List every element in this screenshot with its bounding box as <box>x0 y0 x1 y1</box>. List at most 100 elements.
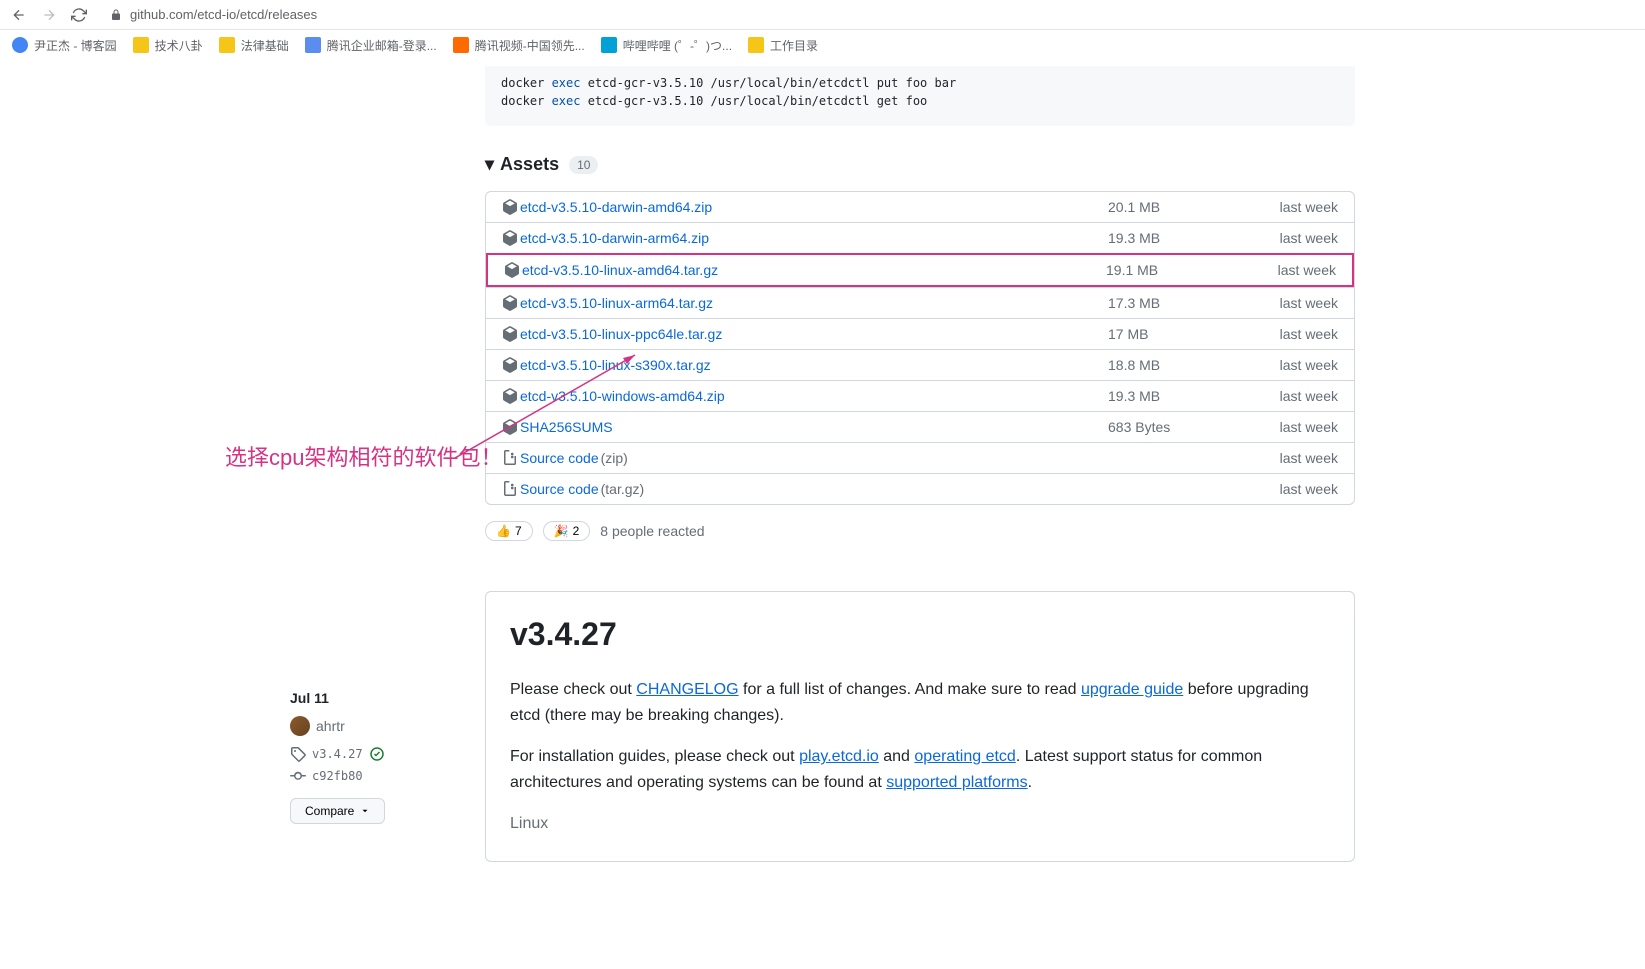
author-name[interactable]: ahrtr <box>316 718 345 734</box>
operating-etcd-link[interactable]: operating etcd <box>914 748 1015 765</box>
asset-date: last week <box>1258 419 1338 435</box>
asset-size: 683 Bytes <box>1108 419 1258 435</box>
bookmark-item[interactable]: 尹正杰 - 博客园 <box>12 37 117 54</box>
commit-line: c92fb80 <box>290 768 470 784</box>
asset-link[interactable]: etcd-v3.5.10-windows-amd64.zip <box>502 388 1108 404</box>
asset-size: 20.1 MB <box>1108 199 1258 215</box>
assets-count: 10 <box>569 156 598 174</box>
triangle-down-icon: ▾ <box>485 154 494 175</box>
url-text: github.com/etcd-io/etcd/releases <box>130 7 317 22</box>
infinity-icon <box>305 37 321 53</box>
verified-icon <box>369 746 385 762</box>
package-icon <box>502 230 518 246</box>
asset-link[interactable]: etcd-v3.5.10-darwin-arm64.zip <box>502 230 1108 246</box>
release-body: Please check out CHANGELOG for a full li… <box>510 677 1330 837</box>
asset-date: last week <box>1258 230 1338 246</box>
package-icon <box>502 419 518 435</box>
tag-name[interactable]: v3.4.27 <box>312 747 363 761</box>
bookmark-item[interactable]: 技术八卦 <box>133 37 203 54</box>
thumbsup-icon: 👍 <box>496 524 511 538</box>
package-icon <box>502 326 518 342</box>
compare-button[interactable]: Compare <box>290 798 385 824</box>
reload-button[interactable] <box>70 6 88 24</box>
asset-date: last week <box>1258 481 1338 497</box>
package-icon <box>502 295 518 311</box>
play-etcd-link[interactable]: play.etcd.io <box>799 748 879 765</box>
author-line: ahrtr <box>290 716 470 736</box>
asset-date: last week <box>1256 262 1336 278</box>
asset-link[interactable]: etcd-v3.5.10-linux-s390x.tar.gz <box>502 357 1108 373</box>
package-icon <box>502 199 518 215</box>
lock-icon <box>110 9 122 21</box>
person-icon <box>12 37 28 53</box>
code-block: docker exec etcd-gcr-v3.5.10 /usr/local/… <box>485 66 1355 126</box>
commit-hash[interactable]: c92fb80 <box>312 769 363 783</box>
main-content: docker exec etcd-gcr-v3.5.10 /usr/local/… <box>485 66 1355 862</box>
package-icon <box>502 388 518 404</box>
avatar[interactable] <box>290 716 310 736</box>
asset-date: last week <box>1258 450 1338 466</box>
bookmark-item[interactable]: 腾讯企业邮箱-登录... <box>305 37 437 54</box>
asset-link[interactable]: etcd-v3.5.10-linux-arm64.tar.gz <box>502 295 1108 311</box>
asset-row: etcd-v3.5.10-linux-amd64.tar.gz19.1 MBla… <box>486 253 1354 287</box>
upgrade-guide-link[interactable]: upgrade guide <box>1081 681 1183 698</box>
release-title[interactable]: v3.4.27 <box>510 616 1330 653</box>
asset-row: etcd-v3.5.10-linux-arm64.tar.gz17.3 MBla… <box>486 287 1354 318</box>
tag-line: v3.4.27 <box>290 746 470 762</box>
asset-link[interactable]: etcd-v3.5.10-linux-amd64.tar.gz <box>504 262 1106 278</box>
assets-toggle[interactable]: ▾ Assets <box>485 154 559 175</box>
folder-icon <box>219 37 235 53</box>
asset-row: etcd-v3.5.10-linux-s390x.tar.gz18.8 MBla… <box>486 349 1354 380</box>
chevron-down-icon <box>360 806 370 816</box>
annotation-text: 选择cpu架构相符的软件包！ <box>225 440 502 472</box>
asset-size: 18.8 MB <box>1108 357 1258 373</box>
bookmark-item[interactable]: 法律基础 <box>219 37 289 54</box>
release-meta: Jul 11 ahrtr v3.4.27 c92fb80 Compare <box>290 690 470 824</box>
asset-link[interactable]: Source code (tar.gz) <box>502 481 1108 497</box>
release-card: v3.4.27 Please check out CHANGELOG for a… <box>485 591 1355 862</box>
asset-size: 17.3 MB <box>1108 295 1258 311</box>
bookmark-item[interactable]: 哔哩哔哩 (゜-゜)つ... <box>601 37 732 54</box>
tada-reaction[interactable]: 🎉 2 <box>543 521 591 541</box>
tag-icon <box>290 746 306 762</box>
play-icon <box>453 37 469 53</box>
bookmarks-bar: 尹正杰 - 博客园 技术八卦 法律基础 腾讯企业邮箱-登录... 腾讯视频-中国… <box>0 30 1645 60</box>
asset-row: etcd-v3.5.10-linux-ppc64le.tar.gz17 MBla… <box>486 318 1354 349</box>
asset-size: 19.3 MB <box>1108 230 1258 246</box>
tv-icon <box>601 37 617 53</box>
asset-link[interactable]: Source code (zip) <box>502 450 1108 466</box>
bookmark-item[interactable]: 腾讯视频-中国领先... <box>453 37 585 54</box>
forward-button[interactable] <box>40 6 58 24</box>
bookmark-item[interactable]: 工作目录 <box>748 37 818 54</box>
asset-date: last week <box>1258 199 1338 215</box>
asset-size: 19.1 MB <box>1106 262 1256 278</box>
asset-row: Source code (tar.gz) last week <box>486 473 1354 504</box>
thumbsup-reaction[interactable]: 👍 7 <box>485 521 533 541</box>
release-date: Jul 11 <box>290 690 470 706</box>
asset-row: etcd-v3.5.10-darwin-arm64.zip19.3 MBlast… <box>486 222 1354 253</box>
asset-date: last week <box>1258 326 1338 342</box>
file-zip-icon <box>502 481 518 497</box>
reaction-summary: 8 people reacted <box>600 523 704 539</box>
asset-date: last week <box>1258 357 1338 373</box>
asset-size: 19.3 MB <box>1108 388 1258 404</box>
changelog-link[interactable]: CHANGELOG <box>636 681 738 698</box>
package-icon <box>502 357 518 373</box>
back-button[interactable] <box>10 6 28 24</box>
asset-link[interactable]: etcd-v3.5.10-linux-ppc64le.tar.gz <box>502 326 1108 342</box>
assets-title: Assets <box>500 154 559 175</box>
assets-header: ▾ Assets 10 <box>485 154 1355 175</box>
folder-icon <box>748 37 764 53</box>
supported-platforms-link[interactable]: supported platforms <box>886 774 1027 791</box>
linux-heading: Linux <box>510 811 1330 837</box>
asset-date: last week <box>1258 295 1338 311</box>
asset-size: 17 MB <box>1108 326 1258 342</box>
package-icon <box>504 262 520 278</box>
reactions: 👍 7 🎉 2 8 people reacted <box>485 521 1355 541</box>
asset-row: SHA256SUMS683 Byteslast week <box>486 411 1354 442</box>
asset-link[interactable]: SHA256SUMS <box>502 419 1108 435</box>
asset-link[interactable]: etcd-v3.5.10-darwin-amd64.zip <box>502 199 1108 215</box>
address-bar[interactable]: github.com/etcd-io/etcd/releases <box>100 5 500 24</box>
file-zip-icon <box>502 450 518 466</box>
folder-icon <box>133 37 149 53</box>
